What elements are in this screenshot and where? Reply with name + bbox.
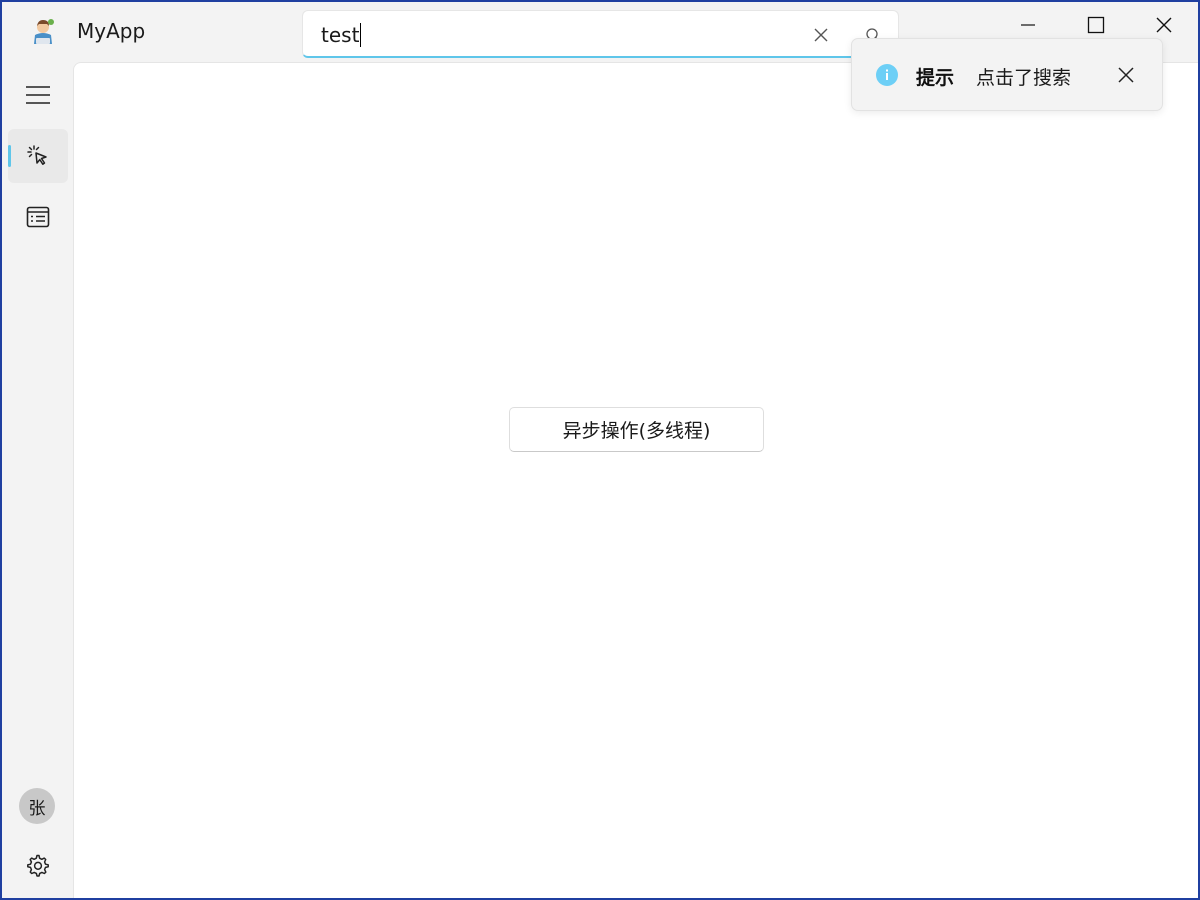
async-operation-button[interactable]: 异步操作(多线程): [509, 407, 764, 452]
main-content: 异步操作(多线程): [73, 62, 1198, 898]
info-toast: 提示 点击了搜索: [851, 38, 1163, 111]
app-title: MyApp: [77, 19, 146, 43]
close-icon: [1156, 17, 1172, 33]
sidebar-menu-toggle[interactable]: [8, 68, 68, 122]
avatar[interactable]: 张: [19, 788, 55, 824]
toast-message: 点击了搜索: [976, 67, 1072, 89]
sidebar: 张: [2, 62, 72, 898]
minimize-icon: [1021, 24, 1035, 26]
info-icon: [876, 64, 898, 86]
sidebar-item-click[interactable]: [8, 129, 68, 183]
active-indicator: [8, 145, 11, 167]
sidebar-item-list[interactable]: [8, 190, 68, 244]
search-box[interactable]: test: [302, 10, 899, 58]
close-icon[interactable]: [1116, 65, 1136, 85]
search-input[interactable]: test: [321, 23, 362, 47]
settings-button[interactable]: [8, 839, 68, 893]
cursor-click-icon: [27, 145, 47, 165]
search-input-value: test: [321, 23, 360, 47]
clear-icon[interactable]: [811, 25, 831, 45]
list-icon: [26, 206, 50, 228]
maximize-icon: [1087, 16, 1105, 34]
app-logo-icon: [30, 18, 58, 46]
toast-title: 提示: [916, 67, 955, 89]
hamburger-menu-icon: [26, 86, 50, 104]
text-caret: [360, 23, 362, 47]
gear-icon: [27, 854, 49, 877]
app-window: MyApp test 张 异步操作(多线程) 提示 点击了搜索: [2, 2, 1198, 898]
